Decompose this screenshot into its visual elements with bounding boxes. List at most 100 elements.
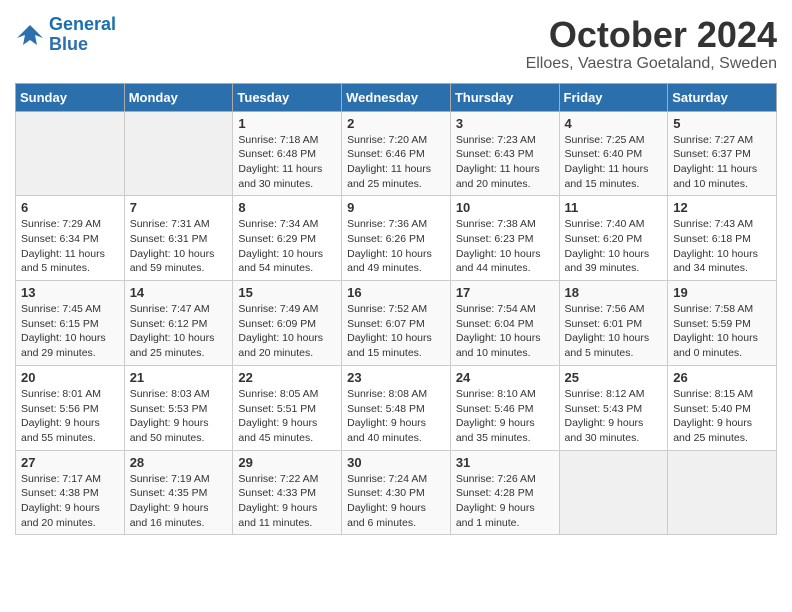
calendar-cell: 24 Sunrise: 8:10 AM Sunset: 5:46 PM Dayli… — [450, 365, 559, 450]
week-row-3: 13Sunrise: 7:45 AM Sunset: 6:15 PM Dayli… — [16, 281, 777, 366]
day-header-wednesday: Wednesday — [342, 83, 451, 111]
day-info: Sunrise: 7:58 AM Sunset: 5:59 PM Dayligh… — [673, 302, 771, 361]
day-number: 25 — [565, 370, 663, 385]
day-info: Sunrise: 7:43 AM Sunset: 6:18 PM Dayligh… — [673, 217, 771, 276]
calendar-cell — [668, 450, 777, 535]
calendar-cell: 14Sunrise: 7:47 AM Sunset: 6:12 PM Dayli… — [124, 281, 233, 366]
day-info: Sunrise: 7:36 AM Sunset: 6:26 PM Dayligh… — [347, 217, 445, 276]
day-info: Sunrise: 7:19 AM Sunset: 4:35 PM Dayligh… — [130, 472, 228, 531]
day-info: Sunrise: 7:38 AM Sunset: 6:23 PM Dayligh… — [456, 217, 554, 276]
day-number: 26 — [673, 370, 771, 385]
logo-text: General Blue — [49, 15, 116, 55]
week-row-4: 20 Sunrise: 8:01 AM Sunset: 5:56 PM Dayli… — [16, 365, 777, 450]
header-row: SundayMondayTuesdayWednesdayThursdayFrid… — [16, 83, 777, 111]
day-number: 19 — [673, 285, 771, 300]
day-info: Sunrise: 7:25 AM Sunset: 6:40 PM Dayligh… — [565, 133, 663, 192]
day-info: Sunrise: 7:34 AM Sunset: 6:29 PM Dayligh… — [238, 217, 336, 276]
day-number: 3 — [456, 116, 554, 131]
day-info: Sunrise: 8:05 AM Sunset: 5:51 PM Dayligh… — [238, 387, 336, 446]
calendar-cell: 8Sunrise: 7:34 AM Sunset: 6:29 PM Daylig… — [233, 196, 342, 281]
calendar-cell: 6 Sunrise: 7:29 AM Sunset: 6:34 PM Daylig… — [16, 196, 125, 281]
calendar-cell: 25Sunrise: 8:12 AM Sunset: 5:43 PM Dayli… — [559, 365, 668, 450]
calendar-cell: 30 Sunrise: 7:24 AM Sunset: 4:30 PM Dayli… — [342, 450, 451, 535]
day-info: Sunrise: 8:08 AM Sunset: 5:48 PM Dayligh… — [347, 387, 445, 446]
day-number: 11 — [565, 200, 663, 215]
calendar-cell: 27 Sunrise: 7:17 AM Sunset: 4:38 PM Dayli… — [16, 450, 125, 535]
calendar-cell: 3Sunrise: 7:23 AM Sunset: 6:43 PM Daylig… — [450, 111, 559, 196]
day-number: 28 — [130, 455, 228, 470]
day-number: 30 — [347, 455, 445, 470]
day-info: Sunrise: 7:18 AM Sunset: 6:48 PM Dayligh… — [238, 133, 336, 192]
logo-icon — [15, 20, 45, 50]
day-number: 13 — [21, 285, 119, 300]
calendar-cell: 11 Sunrise: 7:40 AM Sunset: 6:20 PM Dayli… — [559, 196, 668, 281]
day-info: Sunrise: 7:24 AM Sunset: 4:30 PM Dayligh… — [347, 472, 445, 531]
day-header-thursday: Thursday — [450, 83, 559, 111]
calendar-cell: 19 Sunrise: 7:58 AM Sunset: 5:59 PM Dayli… — [668, 281, 777, 366]
calendar-cell: 17Sunrise: 7:54 AM Sunset: 6:04 PM Dayli… — [450, 281, 559, 366]
calendar-cell: 16 Sunrise: 7:52 AM Sunset: 6:07 PM Dayli… — [342, 281, 451, 366]
day-number: 15 — [238, 285, 336, 300]
calendar-table: SundayMondayTuesdayWednesdayThursdayFrid… — [15, 83, 777, 536]
calendar-cell: 2Sunrise: 7:20 AM Sunset: 6:46 PM Daylig… — [342, 111, 451, 196]
day-info: Sunrise: 7:31 AM Sunset: 6:31 PM Dayligh… — [130, 217, 228, 276]
day-info: Sunrise: 8:01 AM Sunset: 5:56 PM Dayligh… — [21, 387, 119, 446]
day-number: 22 — [238, 370, 336, 385]
calendar-cell: 15 Sunrise: 7:49 AM Sunset: 6:09 PM Dayli… — [233, 281, 342, 366]
day-info: Sunrise: 7:20 AM Sunset: 6:46 PM Dayligh… — [347, 133, 445, 192]
day-number: 5 — [673, 116, 771, 131]
day-info: Sunrise: 7:40 AM Sunset: 6:20 PM Dayligh… — [565, 217, 663, 276]
day-number: 20 — [21, 370, 119, 385]
day-header-sunday: Sunday — [16, 83, 125, 111]
calendar-cell: 23Sunrise: 8:08 AM Sunset: 5:48 PM Dayli… — [342, 365, 451, 450]
day-number: 18 — [565, 285, 663, 300]
calendar-cell: 10Sunrise: 7:38 AM Sunset: 6:23 PM Dayli… — [450, 196, 559, 281]
day-number: 29 — [238, 455, 336, 470]
day-header-friday: Friday — [559, 83, 668, 111]
day-number: 4 — [565, 116, 663, 131]
day-header-tuesday: Tuesday — [233, 83, 342, 111]
day-info: Sunrise: 7:22 AM Sunset: 4:33 PM Dayligh… — [238, 472, 336, 531]
logo: General Blue — [15, 15, 116, 55]
calendar-cell: 31 Sunrise: 7:26 AM Sunset: 4:28 PM Dayli… — [450, 450, 559, 535]
day-info: Sunrise: 7:27 AM Sunset: 6:37 PM Dayligh… — [673, 133, 771, 192]
calendar-cell: 12Sunrise: 7:43 AM Sunset: 6:18 PM Dayli… — [668, 196, 777, 281]
day-number: 9 — [347, 200, 445, 215]
calendar-cell: 4 Sunrise: 7:25 AM Sunset: 6:40 PM Daylig… — [559, 111, 668, 196]
calendar-cell: 22 Sunrise: 8:05 AM Sunset: 5:51 PM Dayli… — [233, 365, 342, 450]
calendar-cell: 26 Sunrise: 8:15 AM Sunset: 5:40 PM Dayli… — [668, 365, 777, 450]
calendar-cell: 9 Sunrise: 7:36 AM Sunset: 6:26 PM Daylig… — [342, 196, 451, 281]
logo-line2: Blue — [49, 34, 88, 54]
day-info: Sunrise: 7:47 AM Sunset: 6:12 PM Dayligh… — [130, 302, 228, 361]
day-number: 1 — [238, 116, 336, 131]
calendar-cell — [559, 450, 668, 535]
day-info: Sunrise: 8:03 AM Sunset: 5:53 PM Dayligh… — [130, 387, 228, 446]
day-info: Sunrise: 7:49 AM Sunset: 6:09 PM Dayligh… — [238, 302, 336, 361]
day-info: Sunrise: 7:29 AM Sunset: 6:34 PM Dayligh… — [21, 217, 119, 276]
day-info: Sunrise: 8:15 AM Sunset: 5:40 PM Dayligh… — [673, 387, 771, 446]
week-row-2: 6 Sunrise: 7:29 AM Sunset: 6:34 PM Daylig… — [16, 196, 777, 281]
calendar-cell: 20 Sunrise: 8:01 AM Sunset: 5:56 PM Dayli… — [16, 365, 125, 450]
day-info: Sunrise: 7:54 AM Sunset: 6:04 PM Dayligh… — [456, 302, 554, 361]
day-info: Sunrise: 7:52 AM Sunset: 6:07 PM Dayligh… — [347, 302, 445, 361]
day-number: 6 — [21, 200, 119, 215]
calendar-cell: 1 Sunrise: 7:18 AM Sunset: 6:48 PM Daylig… — [233, 111, 342, 196]
calendar-cell: 28 Sunrise: 7:19 AM Sunset: 4:35 PM Dayli… — [124, 450, 233, 535]
week-row-1: 1 Sunrise: 7:18 AM Sunset: 6:48 PM Daylig… — [16, 111, 777, 196]
calendar-cell: 18Sunrise: 7:56 AM Sunset: 6:01 PM Dayli… — [559, 281, 668, 366]
day-number: 24 — [456, 370, 554, 385]
day-info: Sunrise: 7:26 AM Sunset: 4:28 PM Dayligh… — [456, 472, 554, 531]
day-info: Sunrise: 7:17 AM Sunset: 4:38 PM Dayligh… — [21, 472, 119, 531]
location-subtitle: Elloes, Vaestra Goetaland, Sweden — [526, 55, 777, 73]
day-number: 27 — [21, 455, 119, 470]
calendar-cell: 21 Sunrise: 8:03 AM Sunset: 5:53 PM Dayli… — [124, 365, 233, 450]
day-number: 16 — [347, 285, 445, 300]
calendar-cell: 29 Sunrise: 7:22 AM Sunset: 4:33 PM Dayli… — [233, 450, 342, 535]
day-info: Sunrise: 8:10 AM Sunset: 5:46 PM Dayligh… — [456, 387, 554, 446]
day-number: 21 — [130, 370, 228, 385]
day-header-saturday: Saturday — [668, 83, 777, 111]
calendar-cell: 5 Sunrise: 7:27 AM Sunset: 6:37 PM Daylig… — [668, 111, 777, 196]
logo-line1: General — [49, 14, 116, 34]
day-number: 31 — [456, 455, 554, 470]
week-row-5: 27 Sunrise: 7:17 AM Sunset: 4:38 PM Dayli… — [16, 450, 777, 535]
